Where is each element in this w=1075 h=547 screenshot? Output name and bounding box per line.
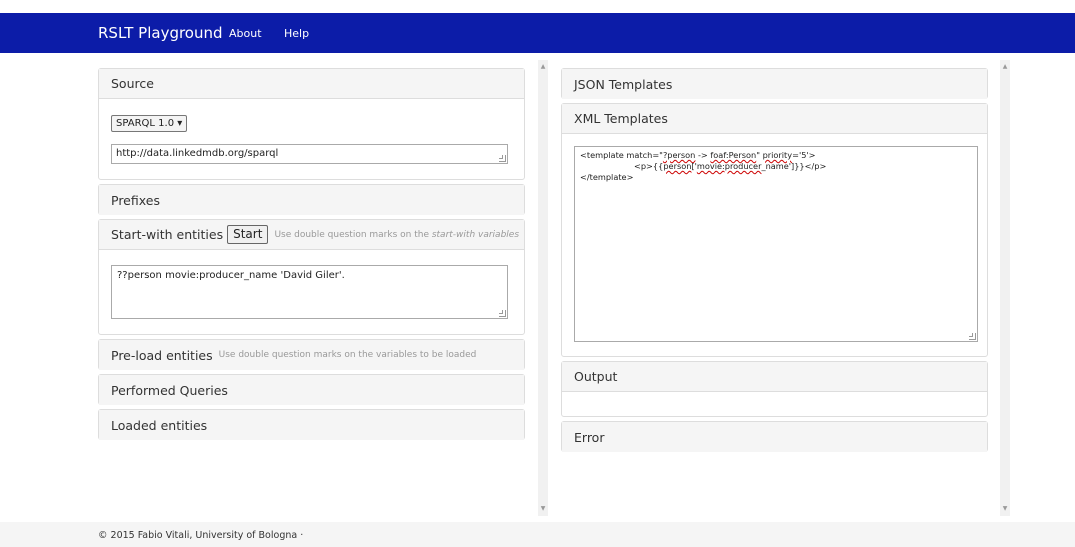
select-arrow-icon: ▾ <box>177 118 183 129</box>
xml-templates-heading[interactable]: XML Templates <box>562 104 987 134</box>
nav-about-link[interactable]: About <box>229 27 262 40</box>
xml-templates-panel: XML Templates <template match="?person -… <box>561 103 988 357</box>
sparql-version-value: SPARQL 1.0 <box>116 118 175 129</box>
source-title: Source <box>111 76 154 91</box>
output-title: Output <box>574 369 618 384</box>
start-with-query-input[interactable]: ??person movie:producer_name 'David Gile… <box>111 265 508 319</box>
loaded-entities-panel[interactable]: Loaded entities <box>98 409 525 440</box>
right-scrollbar[interactable]: ▲ ▼ <box>1000 60 1010 516</box>
nav-help-link[interactable]: Help <box>284 27 309 40</box>
template-line-3: </template> <box>580 172 634 182</box>
preload-hint: Use double question marks on the variabl… <box>218 350 477 360</box>
preload-panel[interactable]: Pre-load entities Use double question ma… <box>98 339 525 370</box>
preload-panel-heading[interactable]: Pre-load entities Use double question ma… <box>99 340 524 370</box>
scroll-up-icon[interactable]: ▲ <box>1000 62 1010 72</box>
start-with-panel: Start-with entities Start Use double que… <box>98 219 525 335</box>
endpoint-input[interactable]: http://data.linkedmdb.org/sparql <box>111 144 508 164</box>
sparql-version-select[interactable]: SPARQL 1.0 ▾ <box>111 115 188 132</box>
json-templates-title: JSON Templates <box>574 76 673 92</box>
scroll-down-icon[interactable]: ▼ <box>538 504 548 514</box>
preload-title: Pre-load entities <box>111 347 213 363</box>
output-panel: Output <box>561 361 988 417</box>
performed-queries-heading[interactable]: Performed Queries <box>99 375 524 405</box>
loaded-entities-heading[interactable]: Loaded entities <box>99 410 524 440</box>
loaded-entities-title: Loaded entities <box>111 417 208 433</box>
start-with-query-value: ??person movie:producer_name 'David Gile… <box>117 270 345 281</box>
start-with-panel-heading[interactable]: Start-with entities Start Use double que… <box>99 220 524 250</box>
template-line-2: <p>{{person['movie:producer_name']}}</p> <box>634 161 827 171</box>
brand-link[interactable]: RSLT Playground <box>98 24 223 42</box>
resize-handle-icon[interactable] <box>499 155 506 162</box>
start-button[interactable]: Start <box>227 225 269 244</box>
source-panel-heading[interactable]: Source <box>99 69 524 99</box>
json-templates-heading[interactable]: JSON Templates <box>562 69 987 99</box>
xml-templates-title: XML Templates <box>574 111 668 126</box>
prefixes-panel[interactable]: Prefixes <box>98 184 525 215</box>
prefixes-title: Prefixes <box>111 192 160 208</box>
left-scrollbar[interactable]: ▲ ▼ <box>538 60 548 516</box>
right-column: JSON Templates XML Templates <template m… <box>550 60 1013 516</box>
template-line-1: <template match="?person -> foaf:Person"… <box>580 150 816 160</box>
resize-handle-icon[interactable] <box>499 310 506 317</box>
error-title: Error <box>574 429 605 445</box>
error-heading[interactable]: Error <box>562 422 987 452</box>
endpoint-value: http://data.linkedmdb.org/sparql <box>116 148 279 159</box>
performed-queries-panel[interactable]: Performed Queries <box>98 374 525 405</box>
output-heading[interactable]: Output <box>562 362 987 392</box>
footer: © 2015 Fabio Vitali, University of Bolog… <box>0 522 1075 547</box>
error-panel[interactable]: Error <box>561 421 988 452</box>
footer-copyright: © 2015 Fabio Vitali, University of Bolog… <box>98 530 304 541</box>
scroll-down-icon[interactable]: ▼ <box>1000 504 1010 514</box>
scroll-up-icon[interactable]: ▲ <box>538 62 548 72</box>
performed-queries-title: Performed Queries <box>111 382 228 398</box>
left-column: Source SPARQL 1.0 ▾ http://data.linkedmd… <box>88 60 548 516</box>
top-strip <box>0 0 1075 13</box>
xml-template-editor[interactable]: <template match="?person -> foaf:Person"… <box>574 146 978 342</box>
prefixes-panel-heading[interactable]: Prefixes <box>99 185 524 215</box>
start-with-title: Start-with entities <box>111 227 224 242</box>
start-with-hint: Use double question marks on the start-w… <box>274 229 520 240</box>
json-templates-panel[interactable]: JSON Templates <box>561 68 988 99</box>
source-panel: Source SPARQL 1.0 ▾ http://data.linkedmd… <box>98 68 525 180</box>
resize-handle-icon[interactable] <box>969 333 976 340</box>
navbar: RSLT Playground About Help <box>0 13 1075 53</box>
